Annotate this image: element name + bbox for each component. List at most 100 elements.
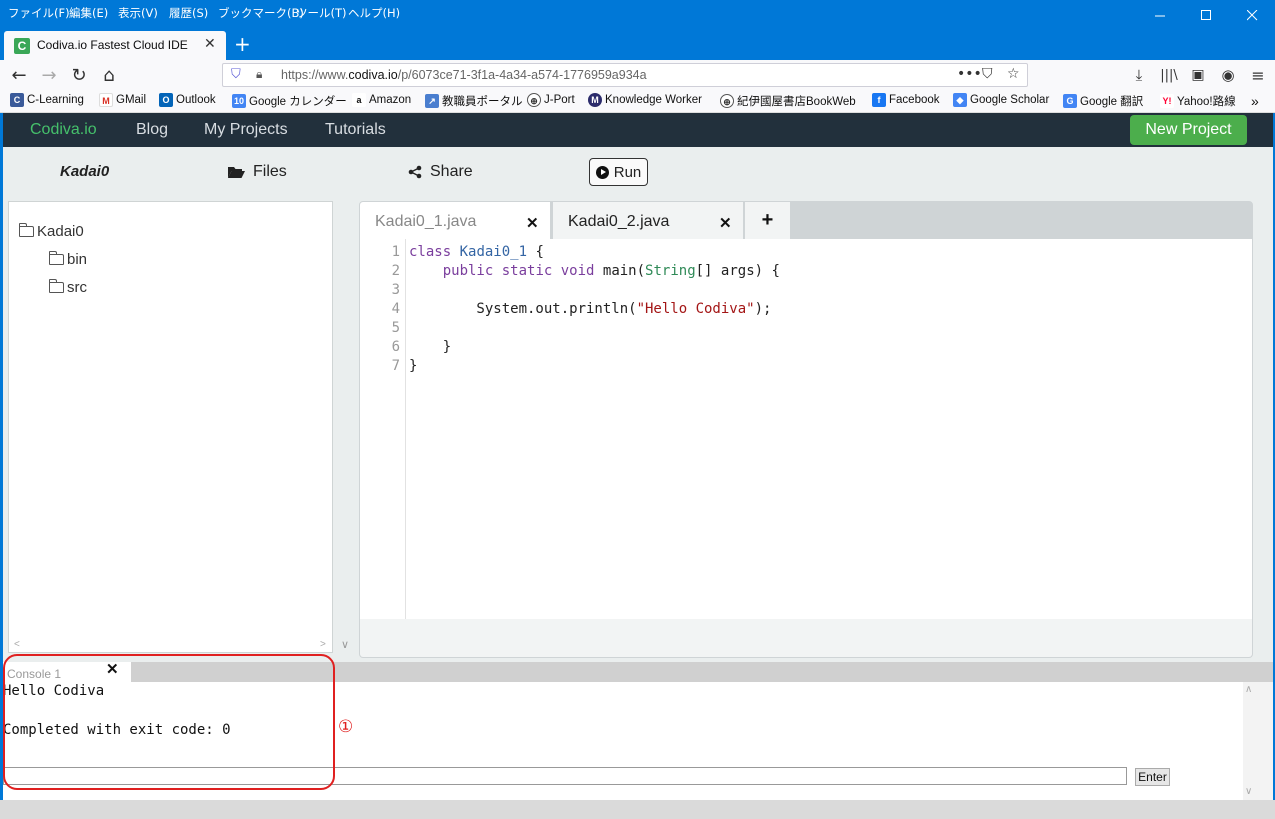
scholar-icon: ◆ — [953, 93, 967, 107]
pocket-icon[interactable]: ⛉ — [982, 66, 993, 82]
calendar-icon: 10 — [232, 94, 246, 108]
home-button[interactable]: ⌂ — [98, 64, 120, 86]
bookmark-kinokuniya[interactable]: ⊕ 紀伊國屋書店BookWeb — [720, 93, 856, 109]
line-number: 3 — [391, 282, 400, 298]
line-number: 2 — [391, 263, 400, 279]
menu-hamburger-icon[interactable]: ≡ — [1247, 64, 1269, 86]
run-button[interactable]: Run — [589, 158, 648, 186]
reload-button[interactable]: ↻ — [68, 64, 90, 86]
enter-button[interactable]: Enter — [1135, 768, 1170, 786]
more-bookmarks-chevron-icon[interactable]: » — [1251, 93, 1259, 109]
folder-icon — [48, 279, 64, 293]
line-number: 1 — [391, 244, 400, 260]
code-line-2: public static void main(String[] args) { — [442, 263, 780, 279]
nav-my-projects[interactable]: My Projects — [204, 121, 288, 139]
scroll-down-icon[interactable]: ∨ — [1245, 786, 1252, 797]
sidebar-icon[interactable]: ▣ — [1187, 64, 1209, 86]
bookmark-amazon[interactable]: a Amazon — [352, 93, 411, 107]
app-navbar: Codiva.io Blog My Projects Tutorials New… — [3, 113, 1273, 147]
code-area[interactable]: 1 2 3 4 5 6 7 class Kadai0_1 { public st… — [360, 239, 1252, 619]
c-learning-icon: C — [10, 93, 24, 107]
menu-view[interactable]: 表示(V) — [118, 5, 158, 21]
globe-icon: ⊕ — [527, 93, 541, 107]
yahoo-icon: Y! — [1160, 94, 1174, 108]
bookmark-gmail[interactable]: M GMail — [99, 93, 146, 107]
tree-folder-kadai0[interactable]: Kadai0 — [18, 223, 84, 240]
new-project-button[interactable]: New Project — [1130, 115, 1247, 145]
page-actions-icon[interactable]: ••• — [957, 66, 982, 82]
files-button[interactable]: Files — [228, 163, 287, 181]
code-line-1: class Kadai0_1 { — [409, 244, 544, 260]
close-window-button[interactable] — [1229, 0, 1275, 30]
scroll-up-icon[interactable]: ∧ — [1245, 684, 1252, 695]
minimize-button[interactable] — [1137, 0, 1183, 30]
add-tab-button[interactable]: + — [745, 202, 790, 239]
menu-file[interactable]: ファイル(F) — [8, 5, 70, 21]
close-icon — [1246, 9, 1257, 20]
menu-edit[interactable]: 編集(E) — [69, 5, 108, 21]
facebook-icon: f — [872, 93, 886, 107]
bookmark-star-icon[interactable]: ☆ — [1007, 66, 1020, 82]
editor-tab-kadai0-2[interactable]: Kadai0_2.java ✕ — [553, 202, 743, 239]
folder-icon — [48, 251, 64, 265]
bookmark-google-translate[interactable]: G Google 翻訳 — [1063, 93, 1143, 109]
tree-folder-src[interactable]: src — [48, 279, 87, 296]
bookmark-yahoo-transit[interactable]: Y! Yahoo!路線 — [1160, 93, 1236, 109]
workspace: Kadai0 bin src < > ∨ Kadai0_1.java ✕ Kad… — [3, 197, 1273, 662]
line-number: 6 — [391, 339, 400, 355]
scroll-right-icon[interactable]: > — [320, 639, 326, 650]
outlook-icon: O — [159, 93, 173, 107]
scroll-down-icon[interactable]: ∨ — [341, 638, 349, 651]
nav-blog[interactable]: Blog — [136, 121, 168, 139]
close-tab-icon[interactable]: ✕ — [719, 214, 732, 232]
menu-bookmarks[interactable]: ブックマーク(B) — [218, 5, 304, 21]
editor-tab-kadai0-1[interactable]: Kadai0_1.java ✕ — [360, 202, 550, 239]
url-text[interactable]: https://www.codiva.io/p/6073ce71-3f1a-4a… — [281, 68, 647, 82]
tracking-shield-icon[interactable]: ⛉ — [231, 67, 241, 82]
browser-tab-title: Codiva.io Fastest Cloud IDE — [37, 38, 188, 52]
scroll-left-icon[interactable]: < — [14, 639, 20, 650]
library-icon[interactable]: |||\ — [1158, 64, 1180, 86]
file-tree: Kadai0 bin src < > — [8, 201, 333, 653]
bookmark-google-scholar[interactable]: ◆ Google Scholar — [953, 93, 1049, 107]
nav-tutorials[interactable]: Tutorials — [325, 121, 386, 139]
downloads-icon[interactable]: ⤓ — [1128, 64, 1150, 86]
navigation-bar: ← → ↻ ⌂ ⛉ 🔒︎ https://www.codiva.io/p/607… — [0, 60, 1275, 90]
new-tab-button[interactable]: + — [234, 32, 251, 56]
bookmark-staff-portal[interactable]: ↗ 教職員ポータル — [425, 93, 523, 109]
code-editor: Kadai0_1.java ✕ Kadai0_2.java ✕ + 1 2 3 … — [359, 201, 1253, 658]
menu-tools[interactable]: ツール(T) — [296, 5, 347, 21]
account-icon[interactable]: ◉ — [1217, 64, 1239, 86]
menu-history[interactable]: 履歴(S) — [169, 5, 208, 21]
bookmark-knowledge-worker[interactable]: M Knowledge Worker — [588, 93, 702, 107]
line-number: 4 — [391, 301, 400, 317]
play-icon — [595, 165, 609, 179]
tab-close-icon[interactable]: ✕ — [204, 36, 216, 52]
close-tab-icon[interactable]: ✕ — [526, 214, 539, 232]
bookmark-facebook[interactable]: f Facebook — [872, 93, 940, 107]
console-scrollbar[interactable]: ∧ ∨ — [1243, 682, 1273, 800]
share-button[interactable]: Share — [408, 163, 473, 181]
folder-open-icon — [18, 223, 34, 237]
bookmark-j-port[interactable]: ⊕ J-Port — [527, 93, 575, 107]
line-number-gutter: 1 2 3 4 5 6 7 — [360, 239, 406, 619]
share-icon — [408, 165, 422, 179]
bookmark-c-learning[interactable]: C C-Learning — [10, 93, 84, 107]
menu-help[interactable]: ヘルプ(H) — [348, 5, 400, 21]
brand-logo[interactable]: Codiva.io — [30, 121, 97, 139]
lock-icon[interactable]: 🔒︎ — [256, 67, 262, 82]
file-tree-scrollbar[interactable]: < > — [9, 638, 332, 652]
bookmark-outlook[interactable]: O Outlook — [159, 93, 216, 107]
address-bar[interactable]: ⛉ 🔒︎ https://www.codiva.io/p/6073ce71-3f… — [222, 63, 1028, 87]
maximize-button[interactable] — [1183, 0, 1229, 30]
line-number: 5 — [391, 320, 400, 336]
bookmarks-toolbar: C C-Learning M GMail O Outlook 10 Google カレン… — [0, 90, 1275, 113]
globe-icon: ⊕ — [720, 94, 734, 108]
forward-button[interactable]: → — [38, 64, 60, 86]
browser-tab-codiva[interactable]: C Codiva.io Fastest Cloud IDE ✕ — [4, 31, 226, 60]
tree-folder-bin[interactable]: bin — [48, 251, 87, 268]
bookmark-google-calendar[interactable]: 10 Google カレンダー — [232, 93, 347, 109]
annotation-label: ① — [338, 717, 354, 737]
highlight-annotation-box — [3, 654, 335, 790]
back-button[interactable]: ← — [8, 64, 30, 86]
